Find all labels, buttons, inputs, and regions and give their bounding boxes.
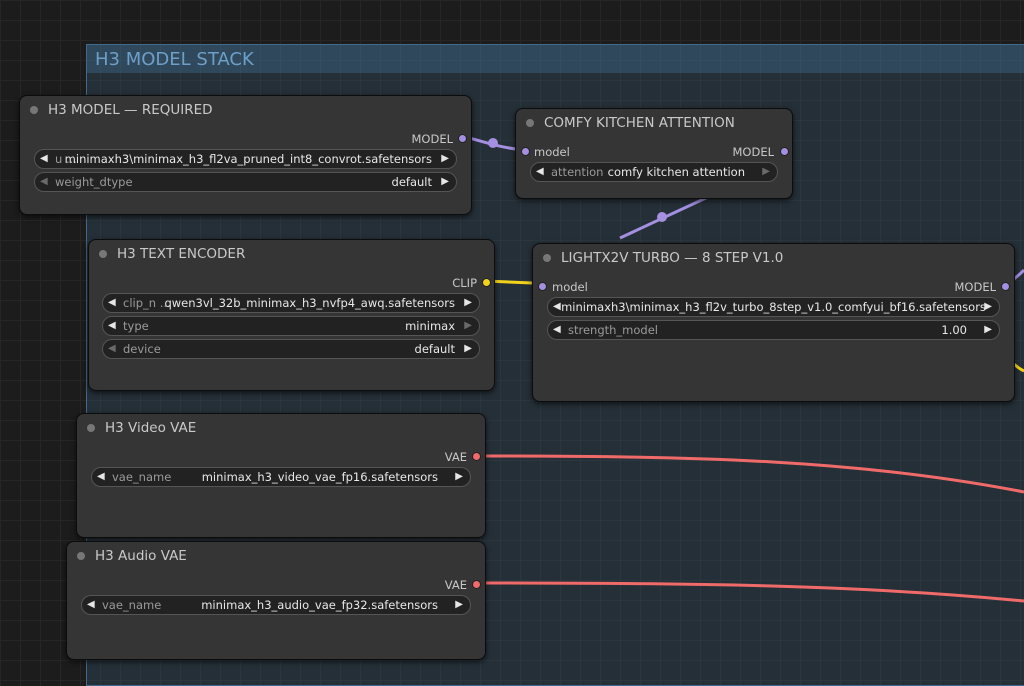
node-header[interactable]: H3 TEXT ENCODER <box>89 240 494 268</box>
widget-vae-name[interactable]: ◀ vae_name minimax_h3_video_vae_fp16.saf… <box>91 467 471 487</box>
arrow-left-icon[interactable]: ◀ <box>108 340 116 358</box>
arrow-left-icon[interactable]: ◀ <box>97 468 105 486</box>
arrow-right-icon[interactable]: ▶ <box>441 150 449 168</box>
node-title: H3 Video VAE <box>105 420 197 436</box>
arrow-right-icon[interactable]: ▶ <box>984 298 992 316</box>
widget-value: minimax_h3_video_vae_fp16.safetensors <box>201 470 438 484</box>
output-slot-model[interactable] <box>1001 282 1010 291</box>
widget-value: minimax_h3_audio_vae_fp32.safetensors <box>201 598 438 612</box>
arrow-left-icon[interactable]: ◀ <box>553 321 561 339</box>
node-h3-text-encoder[interactable]: H3 TEXT ENCODER CLIP ◀ clip_n ... qwen3v… <box>88 239 495 391</box>
widget-type[interactable]: ◀ type minimax ▶ <box>102 316 480 336</box>
collapse-dot-icon[interactable] <box>543 254 551 262</box>
wire-kitchen-midpoint <box>657 212 667 222</box>
node-h3-audio-vae[interactable]: H3 Audio VAE VAE ◀ vae_name minimax_h3_a… <box>66 541 486 660</box>
node-title: H3 TEXT ENCODER <box>117 246 246 262</box>
wire-audio-vae <box>475 581 1024 603</box>
node-title: COMFY KITCHEN ATTENTION <box>544 115 735 131</box>
collapse-dot-icon[interactable] <box>30 106 38 114</box>
arrow-right-icon[interactable]: ▶ <box>984 321 992 339</box>
widget-vae-name[interactable]: ◀ vae_name minimax_h3_audio_vae_fp32.saf… <box>81 595 471 615</box>
arrow-left-icon[interactable]: ◀ <box>108 294 116 312</box>
output-label-model: MODEL <box>954 280 996 294</box>
input-slot-model[interactable] <box>521 147 530 156</box>
widget-value: comfy kitchen attention <box>607 165 745 179</box>
widget-value: default <box>391 175 432 189</box>
output-slot-clip[interactable] <box>482 278 491 287</box>
node-comfy-kitchen-attention[interactable]: COMFY KITCHEN ATTENTION model MODEL ◀ at… <box>515 108 793 199</box>
output-slot-vae[interactable] <box>472 580 481 589</box>
arrow-right-icon[interactable]: ▶ <box>464 317 472 335</box>
input-slot-model[interactable] <box>538 282 547 291</box>
wire-clip-out <box>1012 362 1024 373</box>
widget-value: minimaxh3\minimax_h3_fl2va_pruned_int8_c… <box>64 152 432 166</box>
widget-name: vae_name <box>102 598 162 612</box>
widget-clip-name[interactable]: ◀ clip_n ... qwen3vl_32b_minimax_h3_nvfp… <box>102 293 480 313</box>
output-slot-model[interactable] <box>780 147 789 156</box>
collapse-dot-icon[interactable] <box>77 552 85 560</box>
arrow-left-icon[interactable]: ◀ <box>87 596 95 614</box>
output-slot-model[interactable] <box>458 134 467 143</box>
collapse-dot-icon[interactable] <box>526 119 534 127</box>
node-header[interactable]: COMFY KITCHEN ATTENTION <box>516 109 792 137</box>
node-title: LIGHTX2V TURBO — 8 STEP V1.0 <box>561 250 784 266</box>
widget-strength-model[interactable]: ◀ strength_model 1.00 ▶ <box>547 320 1000 340</box>
node-title: H3 MODEL — REQUIRED <box>48 102 213 118</box>
arrow-right-icon[interactable]: ▶ <box>464 340 472 358</box>
arrow-left-icon[interactable]: ◀ <box>108 317 116 335</box>
widget-value: default <box>414 342 455 356</box>
arrow-right-icon[interactable]: ▶ <box>441 173 449 191</box>
widget-device[interactable]: ◀ device default ▶ <box>102 339 480 359</box>
node-h3-model-required[interactable]: H3 MODEL — REQUIRED MODEL ◀ u ... minima… <box>19 95 472 215</box>
input-label-model: model <box>534 145 570 159</box>
widget-value: minimaxh3\minimax_h3_fl2v_turbo_8step_v1… <box>561 300 986 314</box>
wire-video-vae <box>475 454 1024 494</box>
widget-value: qwen3vl_32b_minimax_h3_nvfp4_awq.safeten… <box>164 296 455 310</box>
collapse-dot-icon[interactable] <box>99 250 107 258</box>
widget-lora-name[interactable]: ◀ minimaxh3\minimax_h3_fl2v_turbo_8step_… <box>547 297 1000 317</box>
widget-attention[interactable]: ◀ attention comfy kitchen attention ▶ <box>530 162 778 182</box>
arrow-left-icon[interactable]: ◀ <box>40 173 48 191</box>
widget-value: minimax <box>405 319 455 333</box>
arrow-left-icon[interactable]: ◀ <box>40 150 48 168</box>
widget-weight-dtype[interactable]: ◀ weight_dtype default ▶ <box>34 172 457 192</box>
output-slot-vae[interactable] <box>472 452 481 461</box>
output-label-clip: CLIP <box>452 276 477 290</box>
input-label-model: model <box>552 280 588 294</box>
output-label-model: MODEL <box>732 145 774 159</box>
widget-name: attention <box>551 165 604 179</box>
widget-name: type <box>123 319 149 333</box>
widget-name: device <box>123 342 161 356</box>
collapse-dot-icon[interactable] <box>87 424 95 432</box>
output-label-vae: VAE <box>444 450 467 464</box>
node-h3-video-vae[interactable]: H3 Video VAE VAE ◀ vae_name minimax_h3_v… <box>76 413 486 538</box>
output-label-model: MODEL <box>411 132 453 146</box>
arrow-right-icon[interactable]: ▶ <box>455 596 463 614</box>
node-title: H3 Audio VAE <box>95 548 187 564</box>
arrow-left-icon[interactable]: ◀ <box>536 163 544 181</box>
widget-name: weight_dtype <box>55 175 133 189</box>
output-label-vae: VAE <box>444 578 467 592</box>
widget-unet-name[interactable]: ◀ u ... minimaxh3\minimax_h3_fl2va_prune… <box>34 149 457 169</box>
node-header[interactable]: LIGHTX2V TURBO — 8 STEP V1.0 <box>533 244 1014 272</box>
widget-name: vae_name <box>112 470 172 484</box>
node-lightx2v-turbo[interactable]: LIGHTX2V TURBO — 8 STEP V1.0 model MODEL… <box>532 243 1015 402</box>
arrow-right-icon[interactable]: ▶ <box>455 468 463 486</box>
node-header[interactable]: H3 Audio VAE <box>67 542 485 570</box>
arrow-right-icon[interactable]: ▶ <box>762 163 770 181</box>
node-header[interactable]: H3 MODEL — REQUIRED <box>20 96 471 124</box>
arrow-right-icon[interactable]: ▶ <box>464 294 472 312</box>
wire-model-midpoint <box>488 138 498 148</box>
node-header[interactable]: H3 Video VAE <box>77 414 485 442</box>
widget-value: 1.00 <box>941 323 967 337</box>
widget-name: strength_model <box>568 323 658 337</box>
